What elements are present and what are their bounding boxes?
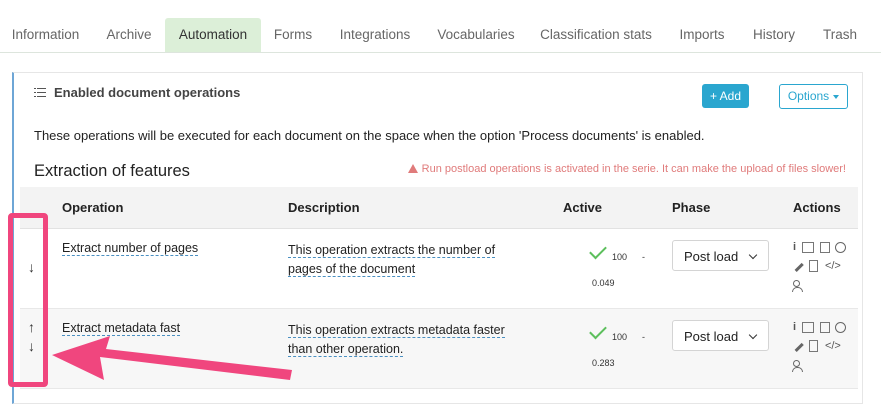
pencil-icon[interactable] [792, 340, 804, 353]
document-icon[interactable] [809, 340, 819, 352]
operation-description-text: This operation extracts metadata faster … [288, 323, 505, 357]
warning-text: Run postload operations is activated in … [421, 163, 846, 175]
tab-history[interactable]: History [741, 18, 807, 52]
options-button[interactable]: Options [779, 84, 848, 109]
document-icon[interactable] [809, 260, 819, 272]
chevron-down-icon [833, 94, 840, 99]
header-phase: Phase [672, 200, 711, 215]
checkmark-icon [589, 241, 607, 260]
row-actions: i </> [792, 241, 852, 298]
operations-card: Enabled document operations + Add Option… [12, 72, 863, 404]
active-score: 100 [612, 252, 628, 262]
user-settings-icon[interactable] [792, 359, 804, 372]
chevron-down-icon [748, 330, 758, 340]
active-score: 100 [612, 332, 628, 342]
phase-value: Post load [684, 249, 739, 264]
operations-table: Operation Description Active Phase Actio… [20, 187, 858, 389]
row-actions: i </> [792, 321, 852, 378]
active-time: 0.049 [592, 278, 615, 288]
code-icon[interactable]: </> [824, 260, 842, 273]
info-icon[interactable]: i [792, 241, 797, 254]
table-row: ↑ ↓ Extract metadata fast This operation… [20, 309, 858, 389]
table-header: Operation Description Active Phase Actio… [20, 187, 858, 229]
warning-icon [407, 164, 418, 173]
card-title-text: Enabled document operations [54, 85, 241, 100]
operation-name[interactable]: Extract number of pages [62, 241, 199, 256]
power-icon[interactable] [835, 322, 847, 333]
tab-integrations[interactable]: Integrations [327, 18, 423, 52]
user-settings-icon[interactable] [792, 279, 804, 292]
tab-bar: Information Archive Automation Forms Int… [0, 18, 881, 53]
tab-vocabularies[interactable]: Vocabularies [427, 18, 525, 52]
list-icon [34, 87, 46, 98]
options-label: Options [787, 89, 830, 103]
header-actions: Actions [793, 200, 841, 215]
copy-icon[interactable] [819, 322, 830, 333]
tab-classification-stats[interactable]: Classification stats [528, 18, 664, 52]
annotation-highlight-box [8, 213, 48, 387]
code-icon[interactable]: </> [824, 340, 842, 353]
active-separator: - [642, 252, 645, 262]
postload-warning: Run postload operations is activated in … [407, 163, 846, 175]
table-row: ↓ Extract number of pages This operation… [20, 229, 858, 309]
info-icon[interactable]: i [792, 321, 797, 334]
phase-value: Post load [684, 329, 739, 344]
tab-forms[interactable]: Forms [263, 18, 323, 52]
tab-imports[interactable]: Imports [668, 18, 736, 52]
header-operation: Operation [62, 200, 124, 215]
tab-automation[interactable]: Automation [165, 18, 261, 52]
header-active: Active [563, 200, 603, 215]
header-description: Description [288, 200, 360, 215]
active-separator: - [642, 332, 645, 342]
section-title: Extraction of features [34, 162, 190, 180]
tab-information[interactable]: Information [0, 18, 91, 52]
phase-select[interactable]: Post load [672, 240, 769, 271]
card-title: Enabled document operations [34, 85, 240, 100]
power-icon[interactable] [835, 242, 847, 253]
pencil-icon[interactable] [792, 260, 804, 273]
operation-description-text: This operation extracts the number of pa… [288, 243, 496, 277]
add-button[interactable]: + Add [702, 84, 749, 108]
keyboard-icon[interactable] [802, 242, 815, 253]
operation-description[interactable]: This operation extracts the number of pa… [288, 241, 520, 279]
checkmark-icon [589, 321, 607, 340]
tab-trash[interactable]: Trash [812, 18, 868, 52]
operation-name[interactable]: Extract metadata fast [62, 321, 181, 336]
copy-icon[interactable] [819, 242, 830, 253]
operation-description[interactable]: This operation extracts metadata faster … [288, 321, 520, 359]
tab-archive[interactable]: Archive [93, 18, 165, 52]
active-status: 100 - 0.049 [572, 241, 652, 294]
keyboard-icon[interactable] [802, 322, 815, 333]
active-time: 0.283 [592, 358, 615, 368]
active-status: 100 - 0.283 [572, 321, 652, 374]
chevron-down-icon [748, 250, 758, 260]
phase-select[interactable]: Post load [672, 320, 769, 351]
card-description: These operations will be executed for ea… [34, 128, 705, 143]
